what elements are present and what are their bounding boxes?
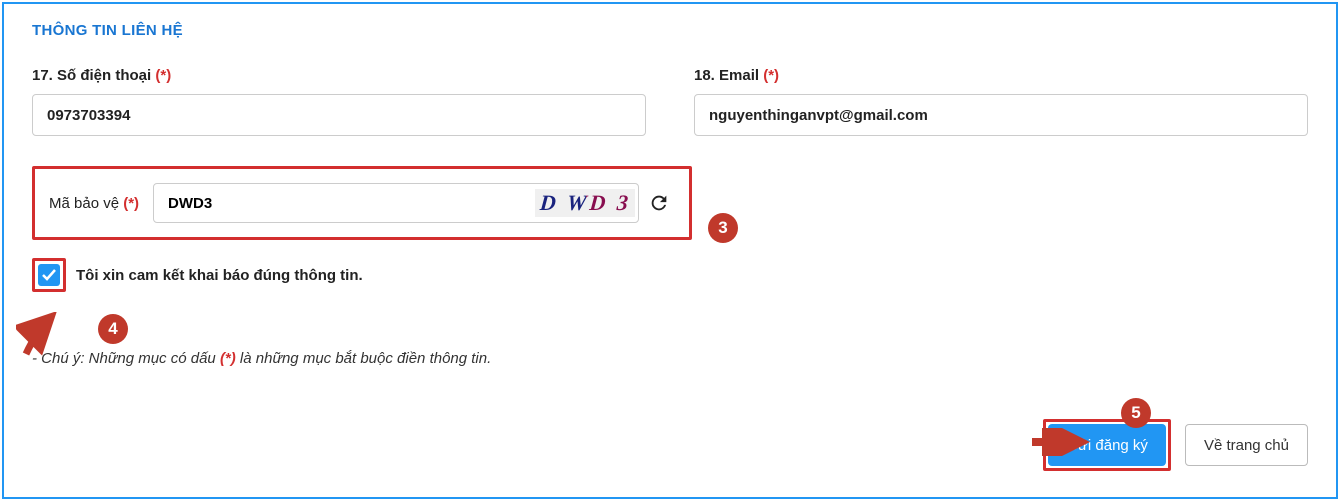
captcha-group: Mã bảo vệ (*) D WD 3 bbox=[32, 166, 692, 240]
annotation-callout-4: 4 bbox=[98, 314, 128, 344]
phone-label: 17. Số điện thoại (*) bbox=[32, 67, 646, 84]
checkbox-highlight bbox=[32, 258, 66, 292]
check-icon bbox=[41, 268, 57, 282]
annotation-callout-3: 3 bbox=[708, 213, 738, 243]
annotation-arrow-icon bbox=[1028, 428, 1090, 456]
required-note: - Chú ý: Những mục có dấu (*) là những m… bbox=[32, 350, 1308, 367]
required-marker: (*) bbox=[155, 67, 171, 84]
captcha-refresh-button[interactable] bbox=[643, 187, 675, 219]
phone-input[interactable] bbox=[32, 94, 646, 136]
commit-checkbox[interactable] bbox=[38, 264, 60, 286]
home-button[interactable]: Về trang chủ bbox=[1185, 424, 1308, 466]
phone-field-group: 17. Số điện thoại (*) bbox=[32, 67, 646, 136]
email-label: 18. Email (*) bbox=[694, 67, 1308, 84]
email-field-group: 18. Email (*) bbox=[694, 67, 1308, 136]
required-marker: (*) bbox=[763, 67, 779, 84]
captcha-image: D WD 3 bbox=[535, 189, 635, 217]
email-input[interactable] bbox=[694, 94, 1308, 136]
captcha-label: Mã bảo vệ (*) bbox=[49, 195, 139, 212]
annotation-arrow-icon bbox=[16, 312, 66, 362]
required-marker: (*) bbox=[123, 195, 139, 212]
commit-label: Tôi xin cam kết khai báo đúng thông tin. bbox=[76, 267, 363, 284]
contact-info-panel: THÔNG TIN LIÊN HỆ 17. Số điện thoại (*) … bbox=[2, 2, 1338, 499]
refresh-icon bbox=[648, 192, 670, 214]
commit-row: Tôi xin cam kết khai báo đúng thông tin. bbox=[32, 258, 1308, 292]
section-title: THÔNG TIN LIÊN HỆ bbox=[32, 22, 1308, 39]
fields-row: 17. Số điện thoại (*) 18. Email (*) bbox=[32, 67, 1308, 136]
annotation-callout-5: 5 bbox=[1121, 398, 1151, 428]
